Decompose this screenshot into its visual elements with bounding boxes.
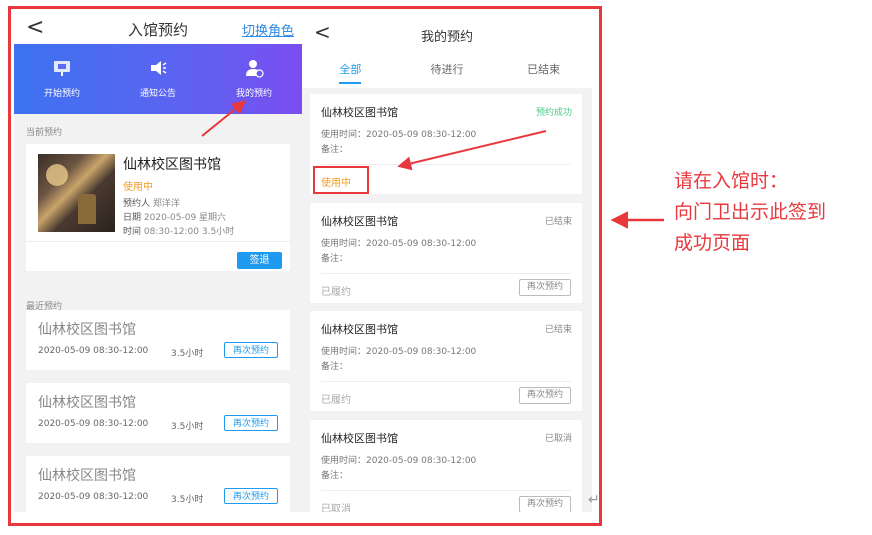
annotation-line-1: 请在入馆时： bbox=[674, 170, 789, 192]
annotation-arrows bbox=[201, 100, 664, 229]
annotation-line-2: 向门卫出示此签到 bbox=[674, 201, 827, 223]
arrow-to-my-reservation bbox=[201, 100, 247, 137]
annotation-note: 请在入馆时： 向门卫出示此签到 成功页面 bbox=[674, 166, 826, 259]
arrow-to-in-use bbox=[397, 130, 547, 171]
annotation-line-3: 成功页面 bbox=[674, 232, 751, 254]
